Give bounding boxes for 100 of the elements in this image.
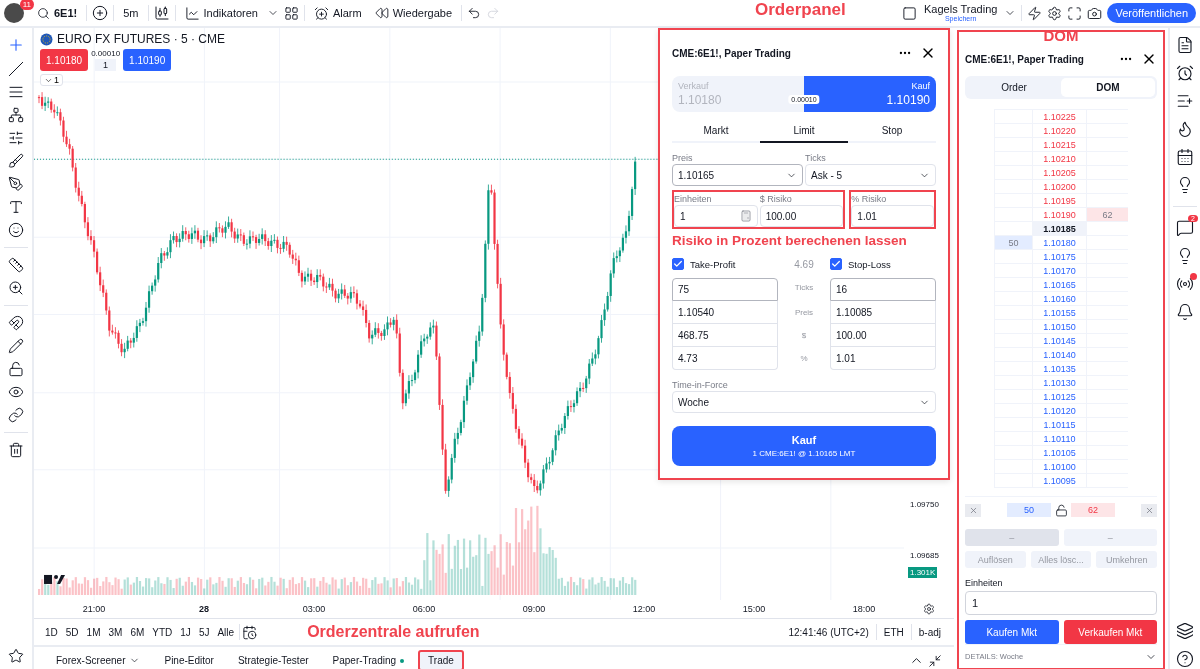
text-icon[interactable] (8, 199, 24, 215)
ruler-icon[interactable] (8, 257, 24, 273)
sell-market-button[interactable]: Verkaufen Mkt (1063, 620, 1157, 644)
order-type-tab[interactable]: Stop (848, 120, 936, 143)
panel-tab[interactable]: Pine-Editor (154, 650, 224, 669)
bell-icon[interactable] (1176, 303, 1194, 321)
order-type-tab[interactable]: Markt (672, 120, 760, 143)
chat-icon[interactable] (1176, 219, 1194, 237)
brush-icon[interactable] (8, 153, 24, 169)
unlock-icon[interactable] (8, 361, 24, 377)
calculator-icon[interactable] (739, 210, 752, 222)
units-field[interactable]: 1 (965, 591, 1157, 615)
range-button[interactable]: 3M (105, 624, 126, 640)
lightning-icon[interactable] (1027, 5, 1043, 21)
alert-button[interactable]: Alarm (309, 3, 366, 23)
take-profit-field[interactable]: 4.73 (672, 347, 778, 370)
range-button[interactable]: 5J (195, 624, 213, 640)
ticks-select[interactable]: Ask - 5 (805, 164, 936, 186)
panel-tab[interactable]: Trade (418, 650, 464, 669)
settings-icon[interactable] (923, 603, 935, 615)
settings-icon[interactable] (1047, 5, 1063, 21)
fullscreen-icon[interactable] (1067, 5, 1083, 21)
add-icon[interactable] (92, 5, 109, 21)
list-plus-icon[interactable] (1176, 92, 1194, 110)
range-button[interactable]: YTD (149, 624, 176, 640)
panel-tab[interactable]: Paper-Trading (322, 650, 415, 669)
minimize-icon[interactable] (928, 653, 942, 668)
list-icon[interactable] (1176, 36, 1194, 54)
sliders-icon[interactable] (8, 130, 24, 146)
buy-market-button[interactable]: Kaufen Mkt (965, 620, 1059, 644)
range-button[interactable]: 5D (62, 624, 82, 640)
avatar-icon[interactable] (4, 3, 24, 23)
flame-icon[interactable] (1176, 120, 1194, 138)
take-profit-field[interactable]: 1.10540 (672, 301, 778, 324)
stop-loss-field[interactable]: 16 (830, 278, 936, 301)
units-field[interactable]: 1 (674, 205, 758, 227)
help-icon[interactable] (1176, 650, 1194, 668)
buy-quote-button[interactable]: 1.10190 (123, 49, 172, 71)
ask-size-cell[interactable]: 62 (1086, 208, 1128, 222)
sell-quote-button[interactable]: 1.10180 (40, 49, 89, 71)
bid-size-cell[interactable]: 50 (994, 236, 1032, 250)
layout-icon[interactable] (283, 5, 299, 21)
magnet-icon[interactable] (8, 315, 24, 331)
session-text[interactable]: ETH (878, 626, 909, 638)
adjustment-text[interactable]: b-adj (913, 626, 946, 638)
chart-title: EURO FX FUTURES · 5 · CME (57, 32, 225, 46)
candles-icon[interactable] (153, 5, 170, 21)
range-button[interactable]: 1M (83, 624, 104, 640)
time-label: 15:00 (741, 604, 767, 614)
take-profit-field[interactable]: 75 (672, 278, 778, 301)
ask-size-cell[interactable] (1086, 222, 1128, 236)
checkbox[interactable] (830, 258, 842, 270)
range-button[interactable]: Alle (214, 624, 238, 640)
trash-icon[interactable] (8, 442, 24, 458)
order-type-tab[interactable]: Limit (760, 120, 848, 143)
square-icon[interactable] (902, 5, 918, 21)
symbol-search[interactable]: 6E1! (33, 4, 82, 22)
range-button[interactable]: 1J (177, 624, 194, 640)
range-button[interactable]: 6M (127, 624, 148, 640)
camera-icon[interactable] (1087, 5, 1103, 21)
checkbox[interactable] (672, 258, 684, 270)
pattern-icon[interactable] (8, 107, 24, 123)
layers-icon[interactable] (1176, 622, 1194, 640)
zoom-in-icon[interactable] (8, 280, 24, 296)
undo-icon[interactable] (467, 6, 482, 20)
time-in-force-select[interactable]: Woche (672, 391, 936, 413)
panel-tab[interactable]: Forex-Screener (46, 650, 151, 669)
buy-order-button[interactable]: Kauf 1 CME:6E1! @ 1.10165 LMT (672, 426, 936, 466)
range-button[interactable]: 1D (42, 624, 61, 640)
take-profit-field[interactable]: 468.75 (672, 324, 778, 347)
calendar-icon[interactable] (1176, 148, 1194, 166)
percent-risk-field[interactable]: 1.01 (851, 205, 934, 227)
risk-field[interactable]: 100.00 (759, 205, 844, 227)
price-select[interactable]: 1.10165 (672, 164, 803, 186)
calendar-icon[interactable] (242, 624, 258, 640)
link-icon[interactable] (8, 407, 24, 423)
indicators-button[interactable]: Indikatoren (180, 3, 262, 23)
pen-icon[interactable] (8, 176, 24, 192)
panel-tab[interactable]: Order (967, 78, 1061, 97)
interval-button[interactable]: 5m (119, 5, 143, 21)
smiley-icon[interactable] (8, 222, 24, 238)
broadcast-icon[interactable] (1176, 275, 1194, 293)
legend-toggle[interactable]: 1 (40, 74, 63, 86)
lines-icon[interactable] (8, 84, 24, 100)
crosshair-icon[interactable] (7, 36, 25, 54)
quantity-field[interactable]: 1 (95, 59, 117, 71)
bid-size-cell[interactable] (994, 250, 1032, 264)
pencil-icon[interactable] (8, 338, 24, 354)
star-icon[interactable] (8, 648, 24, 664)
eye-icon[interactable] (8, 384, 24, 400)
alarm-icon[interactable] (1176, 64, 1194, 82)
stop-loss-field[interactable]: 1.01 (830, 347, 936, 370)
panel-tab[interactable]: DOM (1061, 78, 1155, 97)
unlock-icon[interactable] (1054, 503, 1068, 517)
panel-tab[interactable]: Strategie-Tester (227, 650, 319, 669)
line-icon[interactable] (8, 61, 24, 77)
replay-button[interactable]: Wiedergabe (370, 4, 457, 22)
publish-button[interactable]: Veröffentlichen (1107, 3, 1196, 23)
stop-loss-field[interactable]: 1.10085 (830, 301, 936, 324)
stop-loss-field[interactable]: 100.00 (830, 324, 936, 347)
